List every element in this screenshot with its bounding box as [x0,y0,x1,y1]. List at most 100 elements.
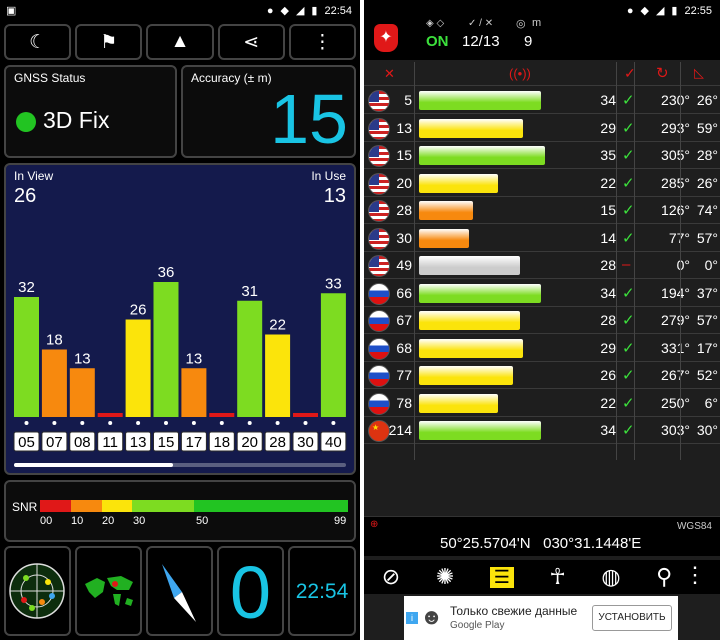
used-indicator-dot [164,421,168,425]
table-row[interactable]: 68 29 ✓ 331° 17° [364,335,720,362]
signal-bar-05 [14,297,39,417]
satellite-id: 49 [396,257,412,273]
column-divider [414,62,415,460]
gnss-status-panel: GNSS Status 3D Fix [4,65,177,158]
radar-icon[interactable]: ✺ [436,564,454,590]
used-check-icon: ✓ [622,284,635,302]
used-check-icon: ✓ [622,312,635,329]
world-map-icon [85,576,133,606]
accuracy-value: 15 [270,80,348,158]
table-row[interactable]: 3014✓77°57° [364,225,720,252]
table-row[interactable]: 20 22 ✓ 285° 26° [364,170,720,197]
compass-view-button[interactable] [146,546,213,636]
location-pin-icon: ⊕ [370,519,379,530]
used-check-icon: – [622,256,631,273]
signal-icon: ◢ [295,5,305,17]
table-row[interactable]: 15 35 ✓ 305° 28° [364,142,720,169]
used-check-icon: ✓ [622,422,635,439]
used-check-icon: ✓ [622,147,635,164]
signal-bars-icon[interactable]: ☰ [489,566,514,588]
signal-bar-11 [97,413,123,417]
table-row[interactable]: 5 34 ✓ 230° 26° [364,87,720,114]
snr-yellow-segment [101,500,133,512]
signal-chart-panel: In View 26 In Use 13 32 05 18 07 13 08 11 26 13 3… [4,163,356,475]
signal-icon: ◢ [655,5,665,17]
azimuth-column-icon[interactable]: ↻ [656,64,669,82]
elevation-value: 6° [704,394,718,411]
night-mode-button[interactable]: ☾ [4,24,72,60]
map-pin-icon[interactable]: ⚲ [656,564,672,590]
snr-bar [419,118,524,138]
table-row[interactable]: 28 15 ✓ 126° 74° [364,197,720,224]
elevation-value: 17° [696,339,718,356]
snr-bar [419,421,542,440]
satellite-id: 66 [396,284,412,301]
chart-scrollbar[interactable] [14,463,346,467]
status-bar: ▣ ● ◆ ◢ ▮ 22:54 [0,0,360,22]
used-indicator-dot [24,421,29,425]
compass-icon[interactable]: ⊘ [382,564,400,590]
snr-red-segment [40,500,71,512]
more-vert-icon[interactable]: ⋮ [684,562,706,588]
map-view-button[interactable] [75,546,142,636]
more-menu-button[interactable]: ⋮ [288,24,357,60]
radar-view-button[interactable] [4,546,71,636]
walker-icon[interactable]: ☥ [549,564,565,590]
app-logo-icon[interactable]: ✦ [374,24,398,52]
coordinates-text: 50°25.5704'N 030°31.1448'E [440,535,642,552]
table-row[interactable]: 66 34 ✓ 194° 37° [364,280,720,307]
snr-tick-10: 10 [71,515,84,527]
used-indicator-dot [52,421,57,425]
snr-value: 28 [600,257,616,273]
used-check-icon: ✓ [622,394,635,412]
accuracy-meters: 9 [524,33,533,50]
snr-tick-20: 20 [102,515,115,527]
table-row[interactable]: 78 22 ✓ 250° 6° [364,390,720,417]
used-check-icon: ✓ [622,202,635,219]
elevation-value: 57° [696,229,718,246]
battery-icon: ▮ [311,5,318,17]
table-row[interactable]: 49 28–0° 0° [364,252,720,279]
table-row[interactable]: ★ 214 34 ✓ 303° 30° [364,417,720,444]
signal-bar-13 [125,319,151,417]
globe-icon[interactable]: ◍ [601,564,620,590]
snr-bar [419,283,542,303]
snr-tick-50: 50 [196,515,209,527]
share-button[interactable]: ⋖ [217,24,285,60]
signal-column-icon[interactable]: ((•)) [509,66,531,81]
satellite-id: 20 [396,174,412,191]
accuracy-label: Accuracy (± m) [191,71,272,85]
location-icon: ● [266,4,274,17]
satellite-id: 214 [388,422,412,438]
elevation-value: 26° [696,174,718,191]
ad-banner[interactable]: i ☻ Только свежие данные Google Play УСТ… [404,596,678,640]
column-divider [634,62,635,460]
status-time: 22:54 [324,4,352,17]
ad-source: Google Play [450,620,505,631]
used-check-icon: ✓ [622,92,635,109]
prn-label: 07 [46,434,63,451]
accuracy-target-icon: ◎ [516,18,526,30]
table-row[interactable]: 67 28 ✓ 279° 57° [364,307,720,334]
wifi-icon: ◆ [280,5,289,17]
table-row[interactable]: 77 26 ✓ 267° 52° [364,362,720,389]
satellite-column-icon[interactable]: ✕ [384,66,395,82]
navigate-button[interactable]: ▲ [146,24,214,60]
ad-info-icon[interactable]: i [406,612,418,624]
column-divider [680,62,681,460]
snr-value: 28 [600,312,616,328]
elevation-column-icon[interactable]: ◺ [694,65,704,81]
chart-scrollbar-thumb[interactable] [14,463,174,467]
gnss-status-label: GNSS Status [14,71,86,85]
wifi-icon: ◆ [640,5,649,17]
snr-value: 29 [600,119,616,136]
snr-value: 35 [600,147,616,163]
pocket-mode-button[interactable]: ⚑ [75,24,143,60]
snr-bar [419,91,542,110]
snr-value: 34 [600,92,616,108]
signal-value-label: 36 [158,264,175,281]
table-row[interactable]: 13 29 ✓ 293° 59° [364,115,720,142]
signal-bar-18 [209,413,235,417]
ad-install-button[interactable]: УСТАНОВИТЬ [592,605,672,631]
signal-value-label: 13 [186,350,203,367]
